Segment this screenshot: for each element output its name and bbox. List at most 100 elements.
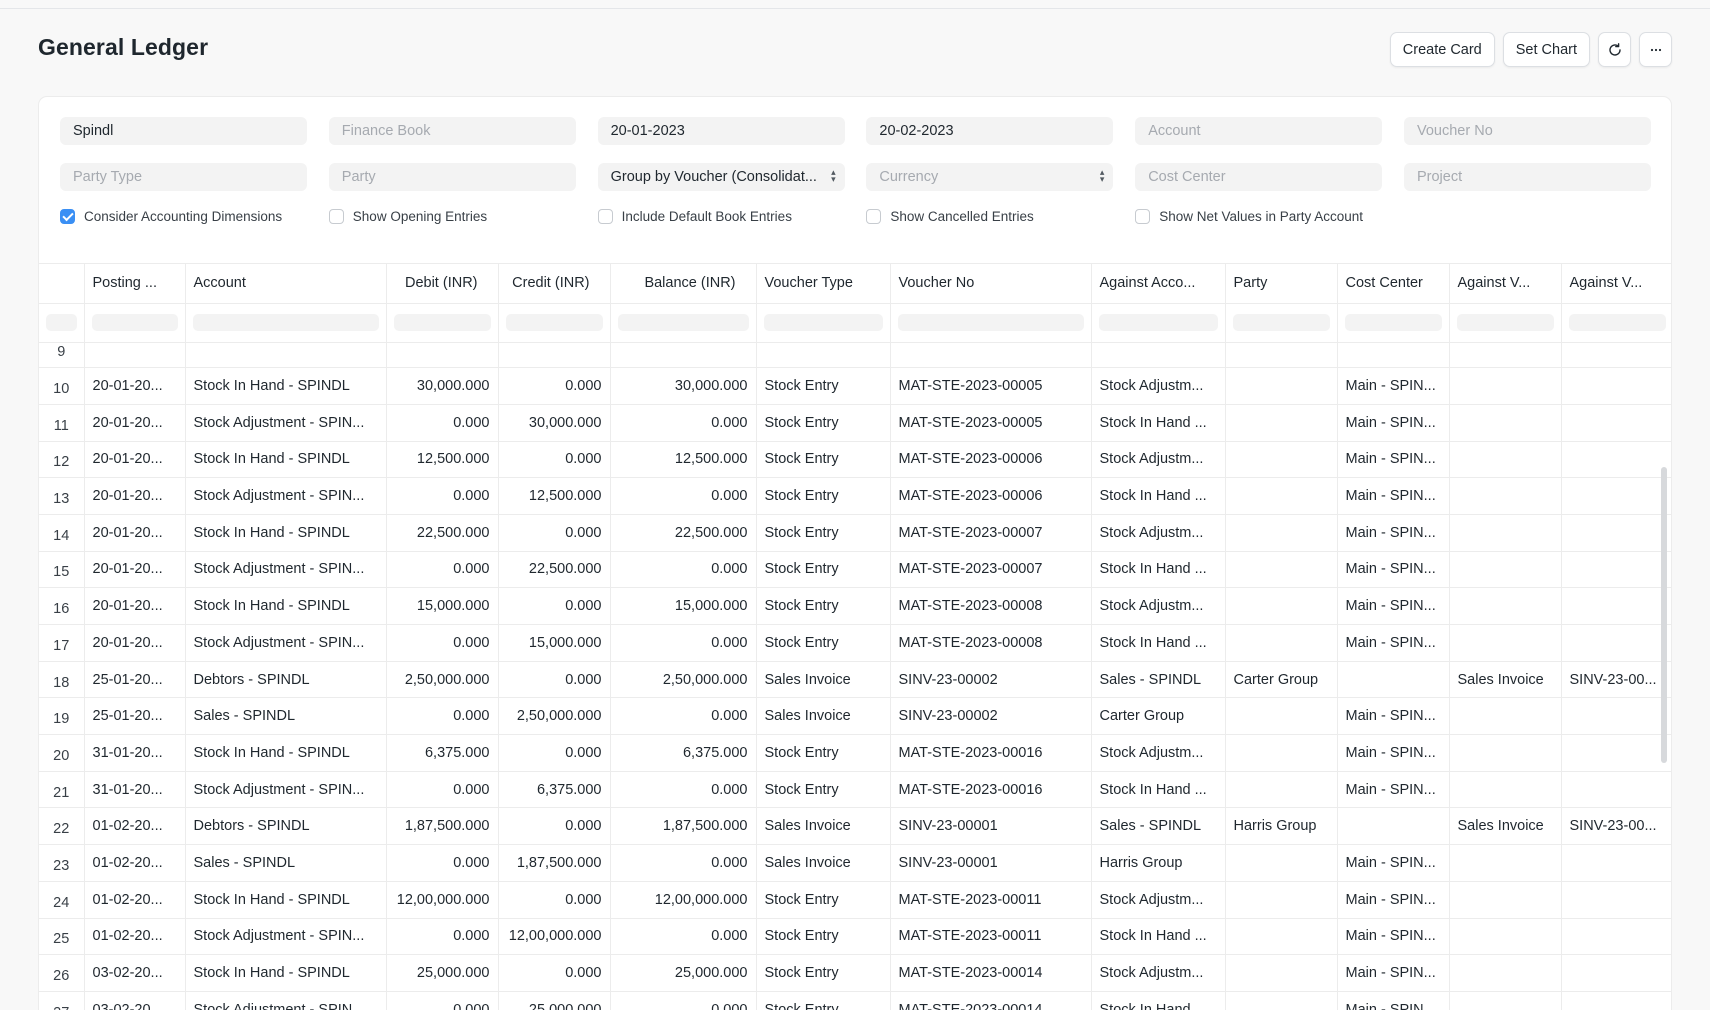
table-cell[interactable]: 20-01-20... bbox=[84, 367, 186, 405]
table-cell[interactable]: Main - SPIN... bbox=[1337, 697, 1450, 736]
table-cell[interactable] bbox=[1449, 881, 1562, 919]
include-default-book-entries-checkbox[interactable]: Include Default Book Entries bbox=[597, 209, 867, 224]
table-cell[interactable]: Main - SPIN... bbox=[1337, 991, 1450, 1010]
table-cell[interactable] bbox=[1449, 991, 1562, 1010]
table-cell[interactable]: 0.000 bbox=[610, 404, 757, 442]
table-cell[interactable]: 25-01-20... bbox=[84, 697, 186, 736]
table-cell[interactable]: 25,000.000 bbox=[386, 954, 499, 992]
table-cell[interactable] bbox=[1561, 367, 1671, 405]
table-cell[interactable]: Sales Invoice bbox=[1449, 661, 1562, 699]
table-cell[interactable]: Stock Adjustm... bbox=[1091, 441, 1226, 479]
create-card-button[interactable]: Create Card bbox=[1389, 32, 1495, 67]
table-cell[interactable] bbox=[1225, 367, 1338, 405]
table-cell[interactable]: 20-01-20... bbox=[84, 624, 186, 662]
table-cell[interactable]: Stock In Hand - SPINDL bbox=[185, 587, 387, 625]
table-cell[interactable]: Main - SPIN... bbox=[1337, 477, 1450, 515]
table-cell[interactable]: 01-02-20... bbox=[84, 844, 186, 882]
table-cell[interactable]: 0.000 bbox=[386, 918, 499, 956]
column-filter-input[interactable] bbox=[1456, 314, 1554, 331]
checkbox-checked-icon[interactable] bbox=[60, 209, 75, 224]
column-filter-input[interactable] bbox=[192, 314, 379, 331]
table-row[interactable]: 20 31-01-20... Stock In Hand - SPINDL 6,375… bbox=[39, 734, 1671, 772]
table-cell[interactable]: Main - SPIN... bbox=[1337, 844, 1450, 882]
table-cell[interactable] bbox=[1225, 771, 1338, 809]
table-cell[interactable]: Stock Entry bbox=[756, 624, 891, 662]
table-cell[interactable]: 22,500.000 bbox=[498, 551, 611, 589]
column-header[interactable]: Debit (INR) bbox=[386, 264, 499, 304]
table-cell[interactable]: MAT-STE-2023-00008 bbox=[890, 587, 1092, 625]
column-filter-input[interactable] bbox=[1232, 314, 1330, 331]
table-cell[interactable]: Stock In Hand ... bbox=[1091, 477, 1226, 515]
more-actions-button[interactable] bbox=[1639, 32, 1672, 67]
table-cell[interactable] bbox=[1225, 404, 1338, 442]
table-row[interactable]: 9 bbox=[39, 343, 1671, 369]
table-cell[interactable] bbox=[1225, 587, 1338, 625]
table-cell[interactable] bbox=[1561, 587, 1671, 625]
table-body-viewport[interactable]: 9 10 20-01-20... Stock In Hand - SPINDL 30,0… bbox=[39, 343, 1671, 1010]
row-index-cell[interactable]: 15 bbox=[39, 551, 85, 589]
table-cell[interactable]: 0.000 bbox=[610, 991, 757, 1010]
table-cell[interactable]: Sales - SPINDL bbox=[185, 844, 387, 882]
table-cell[interactable]: 30,000.000 bbox=[498, 404, 611, 442]
row-index-cell[interactable]: 17 bbox=[39, 624, 85, 662]
table-cell[interactable]: 0.000 bbox=[610, 697, 757, 736]
table-cell[interactable]: 03-02-20... bbox=[84, 954, 186, 992]
table-row[interactable]: 14 20-01-20... Stock In Hand - SPINDL 22,50… bbox=[39, 514, 1671, 552]
table-cell[interactable]: Stock Entry bbox=[756, 918, 891, 956]
table-cell[interactable]: Stock In Hand ... bbox=[1091, 918, 1226, 956]
table-cell[interactable] bbox=[1449, 551, 1562, 589]
table-cell[interactable]: Stock Adjustm... bbox=[1091, 881, 1226, 919]
table-cell[interactable] bbox=[1561, 441, 1671, 479]
row-index-cell[interactable]: 16 bbox=[39, 587, 85, 625]
table-cell[interactable]: Sales Invoice bbox=[756, 661, 891, 699]
table-cell[interactable] bbox=[1225, 477, 1338, 515]
table-cell[interactable]: 0.000 bbox=[610, 551, 757, 589]
table-row[interactable]: 23 01-02-20... Sales - SPINDL 0.000 1,87,500… bbox=[39, 844, 1671, 882]
table-cell[interactable]: Debtors - SPINDL bbox=[185, 661, 387, 699]
table-cell[interactable]: 20-01-20... bbox=[84, 441, 186, 479]
table-cell[interactable] bbox=[1225, 551, 1338, 589]
table-cell[interactable]: Stock Entry bbox=[756, 514, 891, 552]
show-net-values-checkbox[interactable]: Show Net Values in Party Account bbox=[1135, 209, 1404, 224]
table-cell[interactable]: MAT-STE-2023-00005 bbox=[890, 367, 1092, 405]
table-cell[interactable] bbox=[1225, 844, 1338, 882]
party-type-field[interactable]: Party Type bbox=[60, 163, 307, 191]
row-index-cell[interactable]: 20 bbox=[39, 734, 85, 772]
table-cell[interactable]: 12,500.000 bbox=[610, 441, 757, 479]
column-header[interactable]: Posting ... bbox=[84, 264, 186, 304]
table-cell[interactable]: 15,000.000 bbox=[610, 587, 757, 625]
table-cell[interactable]: MAT-STE-2023-00014 bbox=[890, 991, 1092, 1010]
table-cell[interactable]: Stock Adjustment - SPIN... bbox=[185, 477, 387, 515]
row-index-cell[interactable]: 24 bbox=[39, 881, 85, 919]
table-cell[interactable] bbox=[386, 343, 499, 369]
table-cell[interactable]: Carter Group bbox=[1091, 697, 1226, 736]
row-index-cell[interactable]: 13 bbox=[39, 477, 85, 515]
table-cell[interactable] bbox=[84, 343, 186, 369]
table-row[interactable]: 19 25-01-20... Sales - SPINDL 0.000 2,50,000… bbox=[39, 697, 1671, 736]
table-cell[interactable] bbox=[1561, 551, 1671, 589]
table-row[interactable]: 21 31-01-20... Stock Adjustment - SPIN... 0… bbox=[39, 771, 1671, 809]
table-cell[interactable] bbox=[1449, 771, 1562, 809]
table-cell[interactable]: SINV-23-00001 bbox=[890, 807, 1092, 846]
table-cell[interactable]: Stock Adjustm... bbox=[1091, 734, 1226, 772]
table-cell[interactable]: 30,000.000 bbox=[386, 367, 499, 405]
table-cell[interactable]: MAT-STE-2023-00011 bbox=[890, 918, 1092, 956]
table-cell[interactable]: 0.000 bbox=[610, 918, 757, 956]
row-index-cell[interactable]: 23 bbox=[39, 844, 85, 882]
table-cell[interactable]: Stock Entry bbox=[756, 587, 891, 625]
table-cell[interactable]: Sales Invoice bbox=[756, 697, 891, 736]
table-cell[interactable]: 0.000 bbox=[498, 587, 611, 625]
table-cell[interactable]: Stock Entry bbox=[756, 367, 891, 405]
table-cell[interactable]: MAT-STE-2023-00007 bbox=[890, 514, 1092, 552]
table-cell[interactable]: MAT-STE-2023-00005 bbox=[890, 404, 1092, 442]
table-cell[interactable]: Stock In Hand - SPINDL bbox=[185, 734, 387, 772]
table-cell[interactable] bbox=[1225, 697, 1338, 736]
table-cell[interactable]: Stock In Hand ... bbox=[1091, 404, 1226, 442]
column-header[interactable]: Voucher No bbox=[890, 264, 1092, 304]
table-cell[interactable]: 12,500.000 bbox=[386, 441, 499, 479]
table-cell[interactable]: SINV-23-00002 bbox=[890, 661, 1092, 699]
set-chart-button[interactable]: Set Chart bbox=[1502, 32, 1590, 67]
column-filter-input[interactable] bbox=[91, 314, 178, 331]
table-row[interactable]: 11 20-01-20... Stock Adjustment - SPIN... 0… bbox=[39, 404, 1671, 442]
table-cell[interactable]: 12,00,000.000 bbox=[610, 881, 757, 919]
